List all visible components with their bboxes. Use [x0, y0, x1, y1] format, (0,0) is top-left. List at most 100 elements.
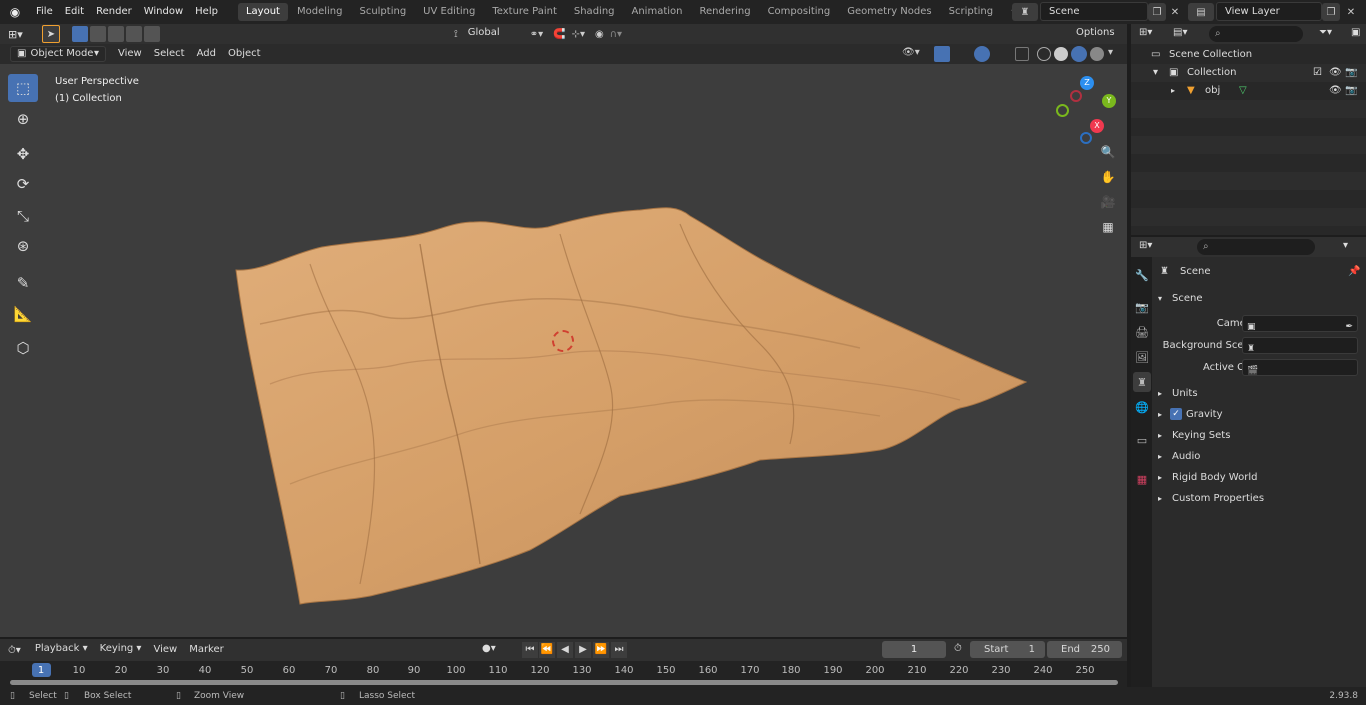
tab-texture-paint[interactable]: Texture Paint: [484, 3, 565, 21]
jump-end-icon[interactable]: ⏭: [611, 642, 627, 658]
timeline-editor-icon[interactable]: ⏱▾: [8, 645, 21, 656]
scene-tab-icon[interactable]: ♜: [1133, 372, 1151, 392]
measure-tool[interactable]: 📐: [8, 300, 38, 328]
obj-render-camera-icon[interactable]: 📷: [1345, 82, 1357, 100]
keying-dropdown[interactable]: Keying ▾: [94, 642, 148, 658]
options-dropdown[interactable]: Options: [1070, 26, 1124, 42]
proportional-edit-icon[interactable]: ◉: [595, 29, 604, 40]
texture-tab-icon[interactable]: ▦: [1133, 469, 1151, 489]
add-cube-tool[interactable]: ⬡: [8, 334, 38, 362]
select-box-tool[interactable]: ⬚: [8, 74, 38, 102]
view-layer-close-icon[interactable]: ✕: [1342, 3, 1360, 21]
xray-icon[interactable]: [1015, 47, 1029, 61]
select-mode-new-icon[interactable]: [72, 26, 88, 42]
menu-render[interactable]: Render: [90, 0, 138, 24]
view-layer-icon[interactable]: ▤: [1188, 3, 1214, 21]
render-camera-icon[interactable]: 📷: [1345, 64, 1357, 82]
menu-edit[interactable]: Edit: [59, 0, 90, 24]
select-mode-intersect-icon[interactable]: [144, 26, 160, 42]
snap-target-icon[interactable]: ⊹▾: [572, 29, 585, 40]
tab-sculpting[interactable]: Sculpting: [351, 3, 414, 21]
pan-hand-icon[interactable]: ✋: [1098, 167, 1118, 187]
gizmo-neg-x[interactable]: [1070, 90, 1082, 102]
3d-cursor-icon[interactable]: [552, 330, 574, 352]
tab-geometry-nodes[interactable]: Geometry Nodes: [839, 3, 939, 21]
transform-tool[interactable]: ⊛: [8, 232, 38, 260]
scene-name-field[interactable]: Scene: [1040, 2, 1148, 21]
tab-compositing[interactable]: Compositing: [760, 3, 839, 21]
zoom-icon[interactable]: 🔍: [1098, 142, 1118, 162]
collection-expand-icon[interactable]: ▾: [1153, 64, 1158, 82]
outliner-row-scene-collection[interactable]: ▭ Scene Collection: [1131, 46, 1366, 64]
preview-range-icon[interactable]: ⏱: [954, 643, 962, 654]
mode-dropdown[interactable]: ▣ Object Mode ▾: [10, 46, 106, 62]
menu-file[interactable]: File: [30, 0, 59, 24]
active-clip-field[interactable]: 🎬: [1242, 359, 1358, 376]
editor-type-icon[interactable]: ⊞▾: [8, 28, 34, 41]
select-mode-invert-icon[interactable]: [126, 26, 142, 42]
timeline-view-menu[interactable]: View: [147, 641, 183, 659]
tab-rendering[interactable]: Rendering: [691, 3, 758, 21]
header-menu-object[interactable]: Object: [222, 45, 267, 63]
3d-viewport[interactable]: User Perspective (1) Collection ⬚ ⊕ ✥ ⟳ …: [0, 64, 1127, 637]
properties-editor-icon[interactable]: ⊞▾: [1139, 240, 1152, 251]
filter-icon[interactable]: ⏷▾: [1319, 27, 1332, 38]
auto-key-icon[interactable]: ●▾: [482, 643, 496, 654]
view-layer-copy-icon[interactable]: ❐: [1322, 3, 1340, 21]
transform-orientation-dropdown[interactable]: Global: [462, 26, 522, 42]
obj-visibility-eye-icon[interactable]: 👁: [1329, 82, 1342, 100]
playback-dropdown[interactable]: Playback ▾: [29, 642, 94, 658]
navigation-gizmo[interactable]: Z Y X: [1052, 74, 1122, 144]
scene-browse-icon[interactable]: ♜: [1012, 3, 1038, 21]
gizmo-z-axis[interactable]: Z: [1080, 76, 1094, 90]
subpanel-rigid-body-world[interactable]: ▸ Rigid Body World: [1154, 467, 1366, 488]
properties-options-icon[interactable]: ▾: [1343, 240, 1348, 251]
shading-wireframe-icon[interactable]: [1037, 47, 1051, 61]
camera-view-icon[interactable]: 🎥: [1098, 192, 1118, 212]
mesh-data-icon[interactable]: ▽: [1239, 82, 1247, 100]
world-tab-icon[interactable]: 🌐: [1133, 397, 1151, 417]
pin-icon[interactable]: 📌: [1348, 261, 1360, 282]
timeline-scrollbar[interactable]: [10, 680, 1118, 685]
collection-tab-icon[interactable]: ▭: [1133, 430, 1151, 450]
display-mode-icon[interactable]: ▤▾: [1173, 27, 1187, 38]
gizmo-x-axis[interactable]: X: [1090, 119, 1104, 133]
subpanel-custom-properties[interactable]: ▸ Custom Properties: [1154, 488, 1366, 509]
menu-help[interactable]: Help: [189, 0, 224, 24]
visibility-icon[interactable]: 👁▾: [902, 47, 920, 58]
gizmo-neg-z[interactable]: [1080, 132, 1092, 144]
gizmo-neg-y[interactable]: [1056, 104, 1069, 117]
falloff-icon[interactable]: ∩▾: [610, 29, 622, 40]
view-layer-field[interactable]: View Layer: [1216, 2, 1322, 21]
tab-animation[interactable]: Animation: [624, 3, 691, 21]
move-tool[interactable]: ✥: [8, 140, 38, 168]
scale-tool[interactable]: ⤡: [8, 202, 38, 230]
header-menu-view[interactable]: View: [112, 45, 148, 63]
view-layer-tab-icon[interactable]: 🖼: [1133, 347, 1151, 367]
start-frame-field[interactable]: Start 1: [970, 641, 1045, 658]
tab-modeling[interactable]: Modeling: [289, 3, 351, 21]
annotate-tool[interactable]: ✎: [8, 269, 38, 297]
subpanel-keying-sets[interactable]: ▸ Keying Sets: [1154, 425, 1366, 446]
obj-expand-icon[interactable]: ▸: [1171, 82, 1175, 100]
subpanel-units[interactable]: ▸ Units: [1154, 383, 1366, 404]
tab-uv-editing[interactable]: UV Editing: [415, 3, 483, 21]
scene-copy-icon[interactable]: ❐: [1148, 3, 1166, 21]
tab-scripting[interactable]: Scripting: [941, 3, 1001, 21]
shading-options-icon[interactable]: ▾: [1108, 47, 1113, 58]
tab-shading[interactable]: Shading: [566, 3, 623, 21]
header-menu-add[interactable]: Add: [191, 45, 222, 63]
play-reverse-icon[interactable]: ◀: [557, 642, 573, 658]
outliner-row-obj[interactable]: ▸ ▼ obj ▽ 👁 📷: [1131, 82, 1366, 100]
shading-rendered-icon[interactable]: [1090, 47, 1104, 61]
jump-start-icon[interactable]: ⏮: [522, 642, 538, 658]
header-menu-select[interactable]: Select: [148, 45, 191, 63]
blender-logo-icon[interactable]: ◉: [0, 5, 30, 19]
tool-tab-icon[interactable]: 🔧: [1133, 265, 1151, 285]
cursor-tool[interactable]: ⊕: [8, 105, 38, 133]
play-icon[interactable]: ▶: [575, 642, 591, 658]
render-tab-icon[interactable]: 📷: [1133, 297, 1151, 317]
visibility-eye-icon[interactable]: 👁: [1329, 64, 1342, 82]
shading-solid-icon[interactable]: [1054, 47, 1068, 61]
outliner-editor-icon[interactable]: ⊞▾: [1139, 27, 1152, 38]
